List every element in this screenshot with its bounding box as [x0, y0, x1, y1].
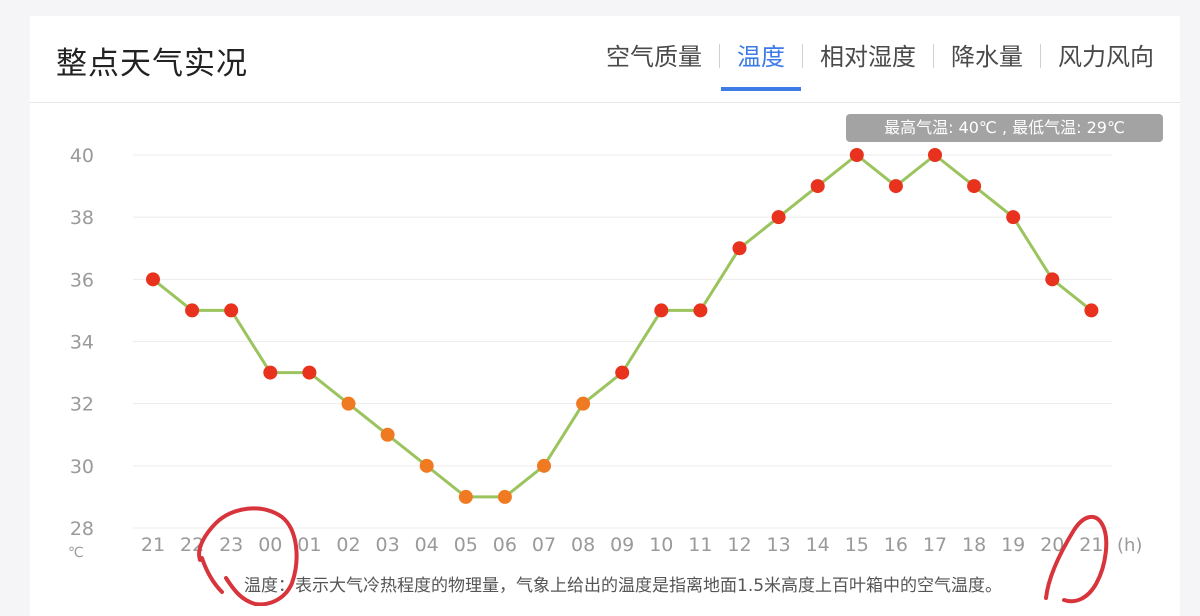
x-tick-label: 12: [727, 534, 751, 556]
data-point[interactable]: [537, 458, 551, 473]
x-tick-label: 21: [1079, 534, 1103, 556]
y-tick-label: 30: [70, 456, 94, 478]
data-point[interactable]: [341, 396, 356, 411]
x-tick-label: 15: [845, 534, 869, 556]
y-tick-label: 28: [70, 518, 94, 540]
x-tick-label: 01: [297, 534, 321, 556]
x-tick-label: 17: [923, 534, 947, 556]
data-points: [146, 148, 1099, 504]
temperature-chart: 40383634323028 ℃ 21 22 23 00 01 02 03 04 05 06 07 0…: [68, 145, 1142, 606]
x-tick-label: 09: [610, 534, 634, 556]
temperature-summary-tooltip: 最高气温: 40℃ , 最低气温: 29℃: [846, 114, 1163, 142]
x-tick-label: 19: [1001, 534, 1025, 556]
x-tick-label: 13: [767, 534, 791, 556]
y-tick-label: 38: [70, 207, 94, 229]
x-tick-label: 23: [219, 534, 243, 556]
temperature-line: [152, 153, 1093, 499]
x-tick-label: 08: [571, 534, 595, 556]
y-axis-unit: ℃: [68, 545, 84, 561]
grid-lines: [133, 154, 1112, 529]
x-tick-label: 02: [336, 534, 360, 556]
x-tick-label: 16: [884, 534, 908, 556]
x-tick-label: 06: [493, 534, 517, 556]
data-point[interactable]: [967, 179, 982, 194]
annotation-circle-left-tail: [200, 556, 224, 594]
x-tick-label: 11: [688, 534, 712, 556]
data-point[interactable]: [771, 210, 786, 225]
data-point[interactable]: [185, 303, 200, 318]
y-tick-label: 34: [70, 332, 94, 354]
data-point[interactable]: [888, 179, 903, 194]
x-tick-label: 07: [532, 534, 556, 556]
x-tick-label: 10: [649, 534, 673, 556]
x-tick-label: 03: [376, 534, 400, 556]
x-tick-label: 14: [806, 534, 830, 556]
x-tick-label: 05: [454, 534, 478, 556]
data-point[interactable]: [380, 427, 395, 442]
data-point[interactable]: [810, 179, 825, 194]
data-point[interactable]: [419, 458, 434, 473]
data-point[interactable]: [263, 365, 278, 380]
data-point[interactable]: [849, 148, 864, 162]
data-point[interactable]: [497, 489, 512, 504]
data-point[interactable]: [1045, 272, 1060, 287]
x-tick-label: 00: [258, 534, 282, 556]
data-point[interactable]: [928, 148, 942, 162]
data-point[interactable]: [693, 303, 708, 318]
data-point[interactable]: [146, 272, 160, 287]
temperature-footnote: 温度：表示大气冷热程度的物理量，气象上给出的温度是指离地面1.5米高度上百叶箱中…: [244, 576, 1003, 596]
annotation-circle-right: [1044, 514, 1109, 604]
y-tick-label: 32: [70, 394, 94, 416]
data-point[interactable]: [224, 303, 239, 318]
data-point[interactable]: [654, 303, 669, 318]
y-tick-label: 40: [70, 145, 94, 167]
x-tick-label: 21: [141, 534, 165, 556]
data-point[interactable]: [302, 365, 317, 380]
data-point[interactable]: [1084, 303, 1099, 318]
data-point[interactable]: [615, 365, 630, 380]
data-point[interactable]: [732, 241, 747, 256]
data-point[interactable]: [1006, 210, 1021, 225]
x-tick-label: 18: [962, 534, 986, 556]
y-axis-ticks: 40 38 36 34 32 30 28: [70, 145, 94, 540]
x-axis-unit: (h): [1117, 535, 1142, 556]
data-point[interactable]: [458, 489, 473, 504]
x-axis-ticks: 21 22 23 00 01 02 03 04 05 06 07 08 09 10 11 12 13 14 15 16…: [141, 534, 1104, 556]
y-tick-label: 36: [70, 269, 94, 291]
x-tick-label: 04: [415, 534, 439, 556]
data-point[interactable]: [576, 396, 591, 411]
